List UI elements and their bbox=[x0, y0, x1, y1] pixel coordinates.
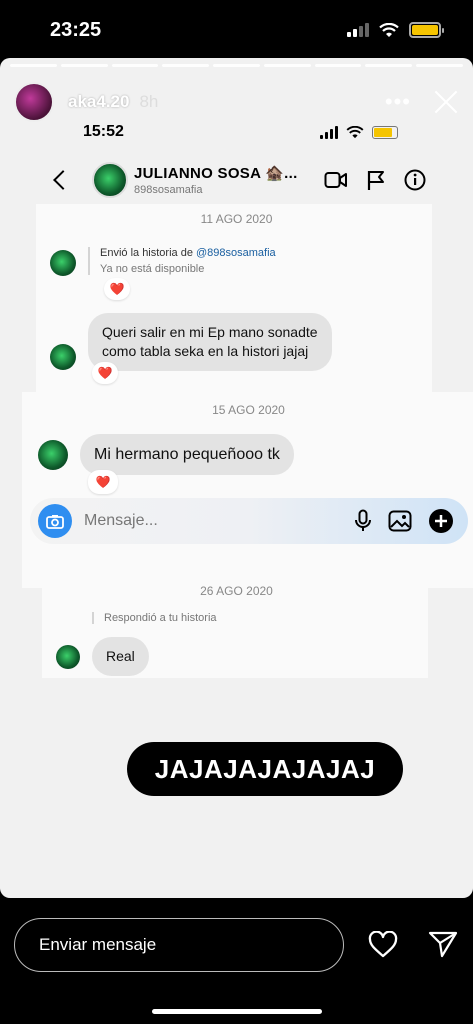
contact-avatar[interactable] bbox=[92, 162, 128, 198]
message-composer[interactable]: Mensaje... bbox=[30, 498, 468, 544]
more-options-icon[interactable]: ••• bbox=[385, 89, 411, 115]
story-reply-label: Respondió a tu historia bbox=[104, 612, 217, 624]
cellular-signal-icon bbox=[347, 23, 369, 37]
contact-handle: 898sosamafia bbox=[134, 184, 203, 196]
contact-name[interactable]: JULIANNO SOSA 🏚️... bbox=[134, 164, 298, 182]
story-progress-segment bbox=[60, 64, 108, 67]
story-progress-segment bbox=[213, 64, 260, 67]
message-row bbox=[50, 250, 76, 276]
inner-battery-icon bbox=[372, 125, 398, 139]
story-header: aka4.20 8h ••• bbox=[14, 80, 459, 124]
home-indicator[interactable] bbox=[152, 1009, 322, 1014]
story-progress-segment bbox=[416, 64, 464, 67]
status-icons bbox=[347, 22, 444, 38]
story-progress bbox=[10, 64, 464, 67]
story-progress-segment bbox=[111, 64, 159, 67]
sender-avatar bbox=[50, 344, 76, 370]
message-row: Queri salir en mi Ep mano sonadte como t… bbox=[50, 313, 332, 371]
wifi-icon bbox=[379, 22, 399, 37]
inner-status-icons bbox=[320, 125, 398, 139]
message-bubble[interactable]: Real bbox=[92, 637, 149, 676]
gallery-icon[interactable] bbox=[388, 510, 412, 532]
shared-story-note[interactable]: Envió la historia de @898sosamafia Ya no… bbox=[88, 247, 276, 275]
date-separator: 15 AGO 2020 bbox=[212, 403, 285, 417]
sender-avatar bbox=[50, 250, 76, 276]
inner-wifi-icon bbox=[346, 125, 364, 138]
story-unavailable-label: Ya no está disponible bbox=[100, 263, 205, 275]
story-username[interactable]: aka4.20 bbox=[68, 92, 129, 112]
reply-input[interactable]: Enviar mensaje bbox=[14, 918, 344, 972]
story-text-sticker: JAJAJAJAJAJAJ bbox=[127, 742, 403, 796]
date-separator: 11 AGO 2020 bbox=[200, 212, 273, 226]
inner-signal-icon bbox=[320, 125, 338, 139]
message-row: Real bbox=[56, 637, 149, 676]
battery-icon bbox=[409, 22, 444, 38]
heart-reaction[interactable]: ❤️ bbox=[104, 278, 130, 300]
camera-icon[interactable] bbox=[38, 504, 72, 538]
add-icon[interactable] bbox=[428, 508, 454, 534]
story-author-avatar[interactable] bbox=[14, 82, 54, 122]
close-icon[interactable] bbox=[433, 89, 459, 115]
inner-clock: 15:52 bbox=[83, 123, 124, 140]
message-bubble[interactable]: Queri salir en mi Ep mano sonadte como t… bbox=[88, 313, 332, 371]
shared-story-label: Envió la historia de bbox=[100, 247, 196, 259]
story-progress-segment bbox=[365, 64, 413, 67]
story-age: 8h bbox=[139, 92, 159, 111]
heart-reaction[interactable]: ❤️ bbox=[88, 470, 118, 494]
clock: 23:25 bbox=[50, 19, 102, 41]
dm-header: JULIANNO SOSA 🏚️... 898sosamafia bbox=[46, 158, 426, 202]
sender-avatar bbox=[56, 644, 80, 669]
microphone-icon[interactable] bbox=[354, 509, 372, 533]
date-separator: 26 AGO 2020 bbox=[200, 584, 273, 598]
story-reply-note: Respondió a tu historia bbox=[92, 612, 217, 624]
heart-reaction[interactable]: ❤️ bbox=[92, 362, 118, 384]
message-input[interactable]: Mensaje... bbox=[84, 512, 354, 530]
message-row: Mi hermano pequeñooo tk bbox=[38, 434, 294, 475]
mention-link[interactable]: @898sosamafia bbox=[196, 247, 276, 259]
story-progress-segment bbox=[162, 64, 210, 67]
status-bar: 23:25 bbox=[0, 0, 473, 60]
flag-icon[interactable] bbox=[366, 169, 386, 191]
story-progress-segment bbox=[314, 64, 362, 67]
message-bubble[interactable]: Mi hermano pequeñooo tk bbox=[80, 434, 294, 475]
video-call-icon[interactable] bbox=[324, 170, 348, 190]
sender-avatar bbox=[38, 439, 68, 470]
heart-icon[interactable] bbox=[368, 930, 398, 958]
back-icon[interactable] bbox=[53, 170, 73, 190]
reply-actions bbox=[368, 930, 458, 958]
story-progress-segment bbox=[10, 64, 57, 67]
info-icon[interactable] bbox=[404, 169, 426, 191]
story-progress-segment bbox=[263, 64, 311, 67]
send-icon[interactable] bbox=[428, 930, 458, 958]
